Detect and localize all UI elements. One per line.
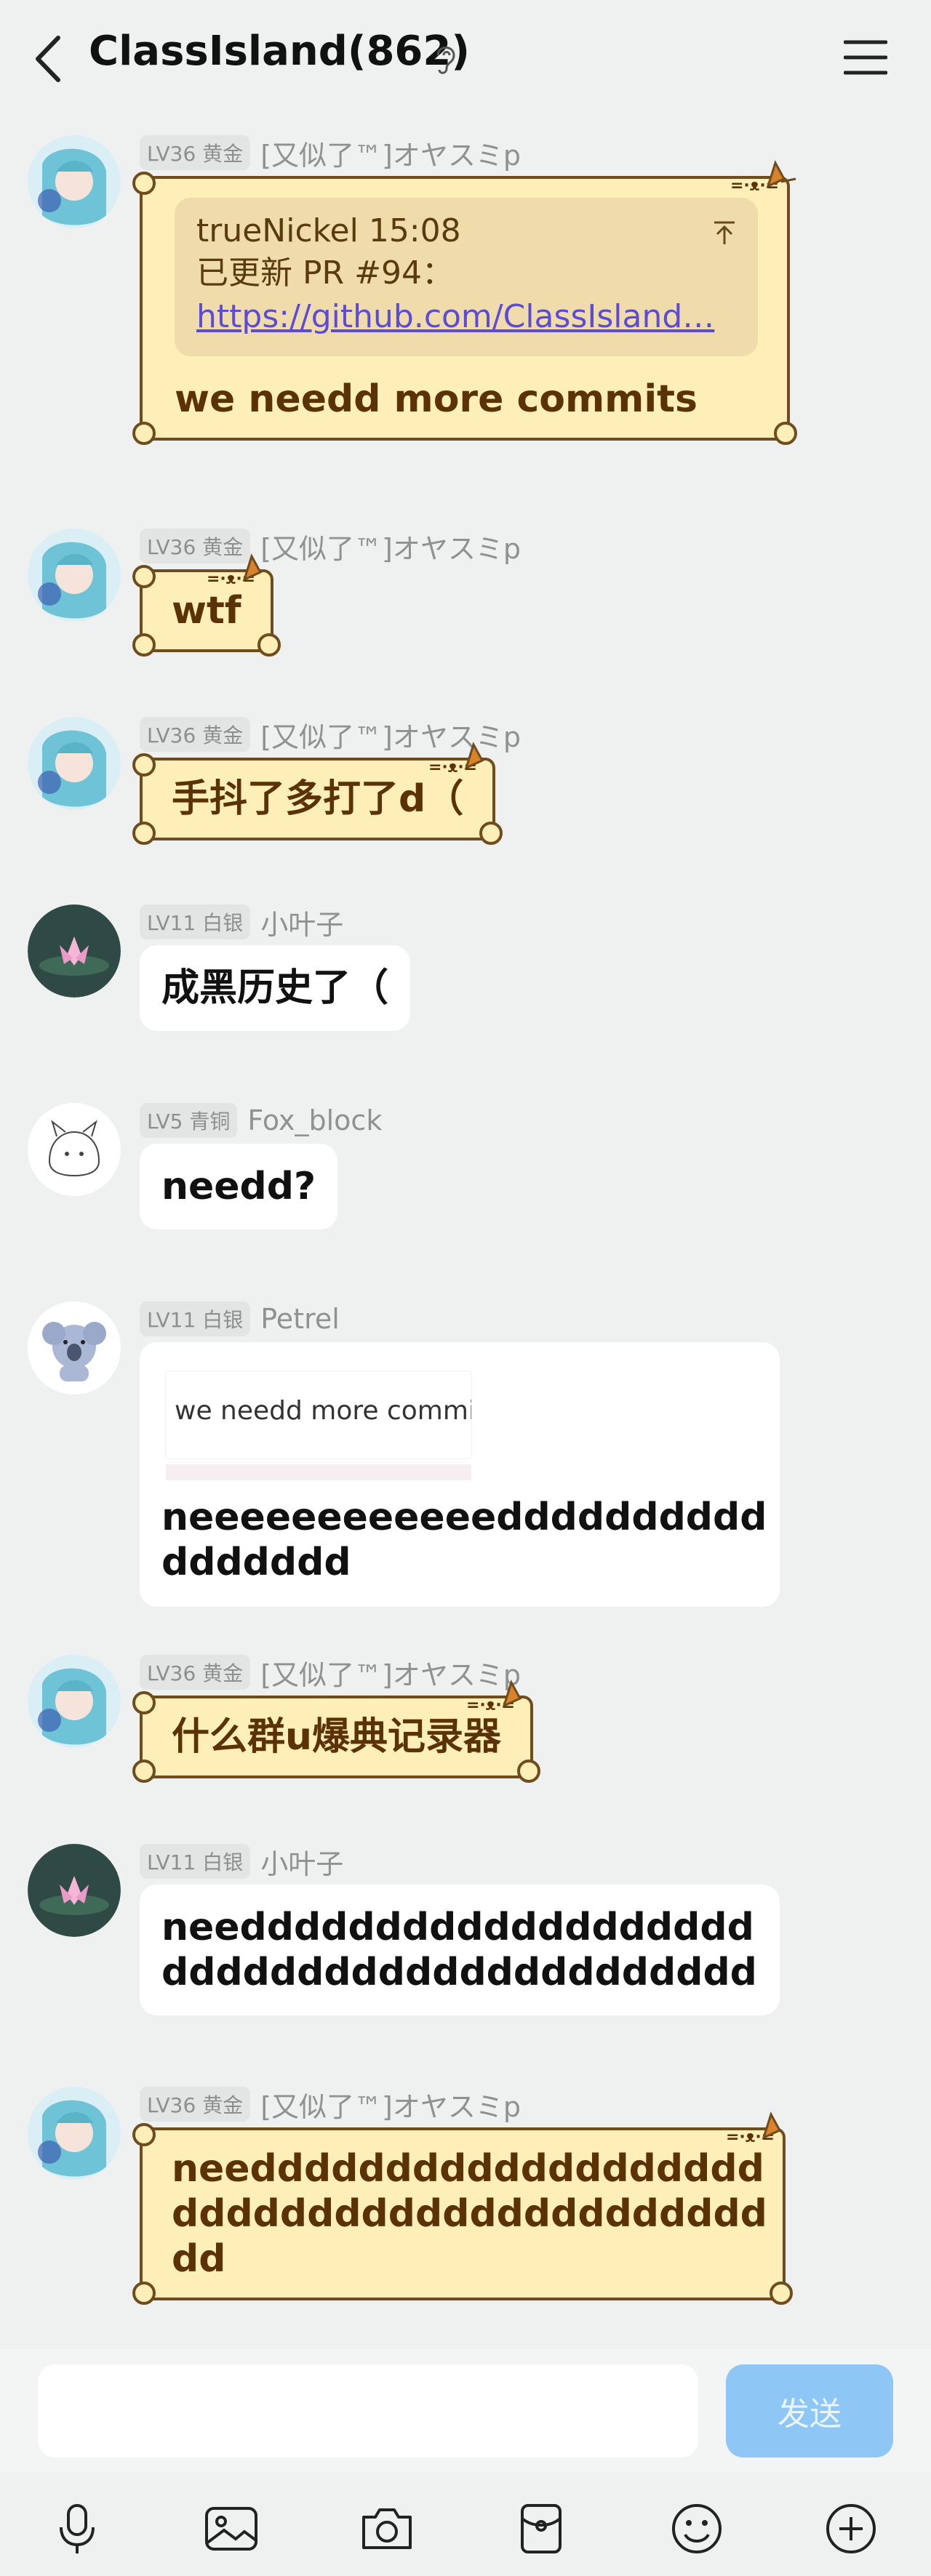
message-input[interactable] xyxy=(38,2364,698,2457)
scroll-curl xyxy=(132,1760,156,1783)
menu-icon[interactable] xyxy=(844,38,887,77)
scroll-curl xyxy=(132,822,156,845)
scroll-curl xyxy=(770,2282,793,2305)
avatar[interactable] xyxy=(28,1844,121,1937)
sender-name[interactable]: [又似了™]オヤスミp xyxy=(260,2085,521,2124)
chat-title[interactable]: ClassIsland(862) xyxy=(89,28,470,75)
scroll-curl xyxy=(132,1691,156,1714)
message-text: 成黑历史了（ xyxy=(161,966,389,1010)
message-text: ddddddd xyxy=(161,1541,351,1584)
scroll-curl xyxy=(132,2282,156,2305)
message-bubble[interactable]: needdddddddddddddddddd ddddddddddddddddd… xyxy=(140,1885,780,2015)
message-composer: 发送 xyxy=(0,2348,931,2472)
jump-to-top-icon[interactable] xyxy=(710,218,739,247)
scroll-curl xyxy=(132,753,156,777)
scroll-curl xyxy=(132,565,156,588)
sender-name[interactable]: 小叶子 xyxy=(260,902,343,942)
sender-name[interactable]: Fox_block xyxy=(247,1104,382,1136)
message-bubble[interactable]: =·ᴥ·= needdddddddddddddddddd ddddddddddd… xyxy=(132,2111,793,2305)
ear-icon[interactable] xyxy=(431,41,460,77)
sender-name[interactable]: [又似了™]オヤスミp xyxy=(260,133,521,173)
cat-ear-icon: =·ᴥ·= xyxy=(428,742,484,777)
message-bubble[interactable]: 成黑历史了（ xyxy=(140,945,411,1031)
quoted-image-text: we needd more commits xyxy=(175,1396,471,1426)
input-toolbar xyxy=(0,2472,931,2576)
chat-header: ClassIsland(862) xyxy=(0,0,931,124)
message-text: dddddddddddddddddddddd xyxy=(172,2192,767,2236)
microphone-icon[interactable] xyxy=(48,2500,106,2558)
message-text: 什么群u爆典记录器 xyxy=(172,1715,502,1759)
scroll-curl xyxy=(132,172,156,195)
message-text: wtf xyxy=(172,589,241,633)
message-bubble[interactable]: we needd more commits neeeeeeeeeeeeddddd… xyxy=(140,1342,780,1607)
avatar[interactable] xyxy=(28,717,121,810)
level-badge: LV36 黄金 xyxy=(140,717,251,752)
avatar[interactable] xyxy=(28,1103,121,1196)
level-badge: LV5 青铜 xyxy=(140,1103,238,1138)
quoted-image-strip xyxy=(166,1464,471,1480)
message-text: neeeeeeeeeeeedddddddddd xyxy=(161,1496,767,1539)
message-bubble[interactable]: =·ᴥ·= wtf xyxy=(132,553,281,657)
emoji-icon[interactable] xyxy=(668,2500,726,2558)
scroll-curl xyxy=(517,1760,541,1783)
sender-meta: LV36 黄金 [又似了™]オヤスミp xyxy=(140,526,521,566)
level-badge: LV11 白银 xyxy=(140,904,251,939)
message-text: needd? xyxy=(161,1165,316,1208)
message-bubble[interactable]: needd? xyxy=(140,1144,338,1229)
message-text: dddddddddddddddddddddd xyxy=(161,1951,757,1994)
level-badge: LV11 白银 xyxy=(140,1844,251,1879)
sender-name[interactable]: [又似了™]オヤスミp xyxy=(260,526,521,566)
avatar[interactable] xyxy=(28,904,121,998)
sender-meta: LV36 黄金 [又似了™]オヤスミp xyxy=(140,133,521,173)
message-bubble[interactable]: =·ᴥ·= trueNickel 15:08 已更新 PR #94： https… xyxy=(132,160,797,445)
cat-ear-icon: =·ᴥ·= xyxy=(207,553,262,588)
cat-ear-icon: =·ᴥ·= xyxy=(730,160,796,195)
sender-meta: LV36 黄金 [又似了™]オヤスミp xyxy=(140,2085,521,2124)
plus-icon[interactable] xyxy=(822,2500,880,2558)
image-icon[interactable] xyxy=(202,2500,260,2558)
message-text: needdddddddddddddddddd xyxy=(161,1906,754,1949)
quote-text: 已更新 PR #94： xyxy=(196,254,454,292)
sender-meta: LV11 白银 小叶子 xyxy=(140,902,343,942)
message-text: 手抖了多打了d（ xyxy=(172,777,464,821)
sender-meta: LV11 白银 小叶子 xyxy=(140,1842,343,1882)
reply-quote[interactable]: trueNickel 15:08 已更新 PR #94： https://git… xyxy=(175,198,758,356)
sender-name[interactable]: 小叶子 xyxy=(260,1842,343,1882)
quote-link[interactable]: https://github.com/ClassIsland… xyxy=(196,295,735,339)
avatar[interactable] xyxy=(28,1301,121,1395)
quoted-image[interactable]: we needd more commits xyxy=(161,1361,474,1485)
message-bubble[interactable]: =·ᴥ·= 手抖了多打了d（ xyxy=(132,742,503,845)
sender-meta: LV5 青铜 Fox_block xyxy=(140,1103,382,1138)
sender-name[interactable]: Petrel xyxy=(260,1303,340,1335)
red-packet-icon[interactable] xyxy=(512,2500,570,2558)
level-badge: LV36 黄金 xyxy=(140,1655,251,1690)
scroll-curl xyxy=(479,822,503,845)
send-button[interactable]: 发送 xyxy=(726,2364,893,2457)
level-badge: LV36 黄金 xyxy=(140,2087,251,2122)
cat-ear-icon: =·ᴥ·= xyxy=(466,1680,522,1714)
message-text: dd xyxy=(172,2237,226,2281)
avatar[interactable] xyxy=(28,2087,121,2180)
sender-meta: LV11 白银 Petrel xyxy=(140,1301,340,1336)
scroll-curl xyxy=(774,422,797,445)
level-badge: LV36 黄金 xyxy=(140,135,251,170)
scroll-curl xyxy=(132,633,156,657)
scroll-curl xyxy=(132,2123,156,2146)
avatar[interactable] xyxy=(28,529,121,622)
message-bubble[interactable]: =·ᴥ·= 什么群u爆典记录器 xyxy=(132,1680,541,1783)
camera-icon[interactable] xyxy=(358,2500,416,2558)
message-text: we needd more commits xyxy=(175,377,698,421)
message-text: needdddddddddddddddddd xyxy=(172,2147,764,2191)
scroll-curl xyxy=(257,633,281,657)
avatar[interactable] xyxy=(28,135,121,228)
back-arrow-icon[interactable] xyxy=(31,33,67,84)
scroll-curl xyxy=(132,422,156,445)
avatar[interactable] xyxy=(28,1655,121,1748)
level-badge: LV11 白银 xyxy=(140,1301,251,1336)
quote-author-time: trueNickel 15:08 xyxy=(196,212,461,249)
cat-ear-icon: =·ᴥ·= xyxy=(726,2111,782,2146)
